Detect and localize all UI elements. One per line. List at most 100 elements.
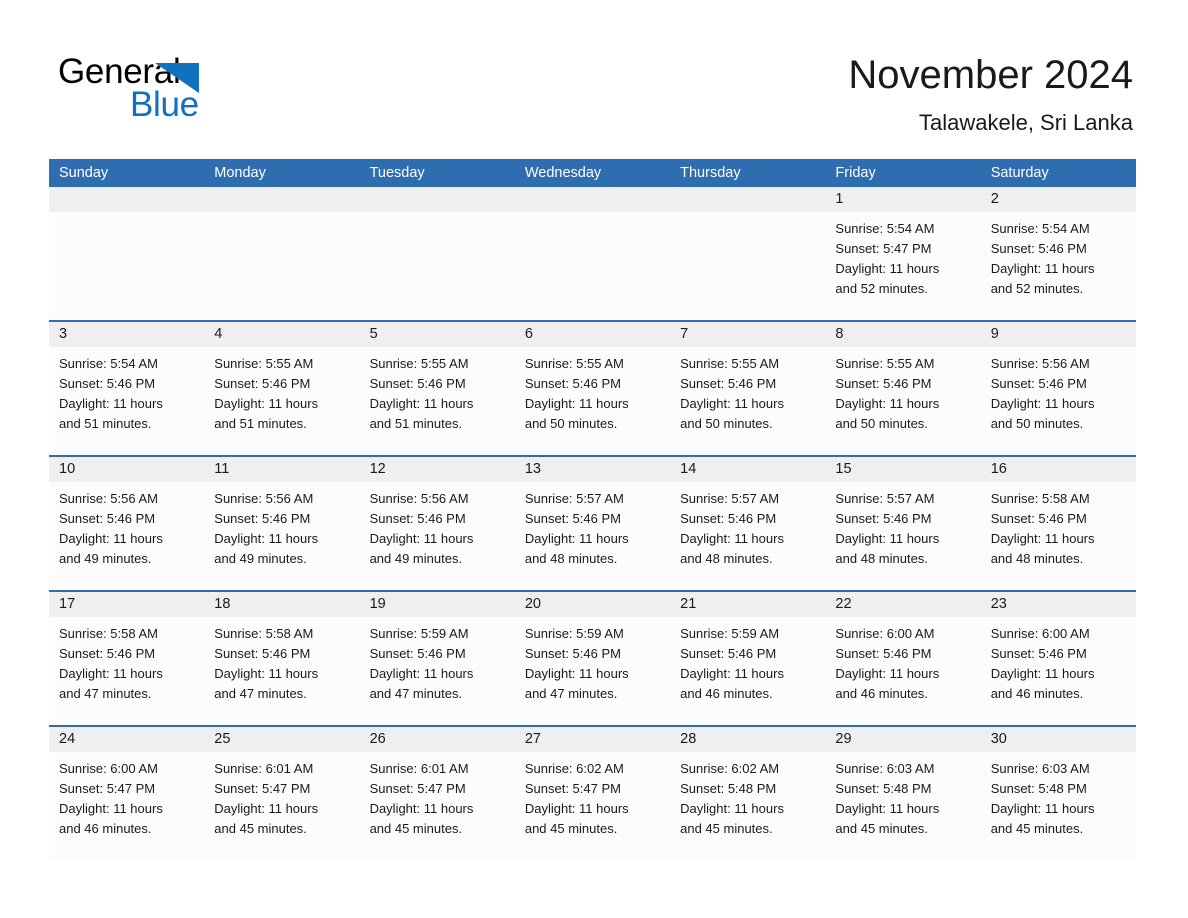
daylight-text-line1: Daylight: 11 hours [990,396,1095,411]
calendar-day-cell[interactable]: 23 Sunrise: 6:00 AM Sunset: 5:46 PM Dayligh… [980,592,1136,725]
sunrise-text: Sunrise: 5:57 AM [524,491,624,506]
weekday-header-thursday: Thursday [680,165,741,181]
day-number: 8 [835,326,844,342]
calendar-day-cell[interactable]: 17 Sunrise: 5:58 AM Sunset: 5:46 PM Dayligh… [49,592,205,725]
calendar-day-cell[interactable]: 14 Sunrise: 5:57 AM Sunset: 5:46 PM Dayligh… [670,457,826,590]
sunset-text: Sunset: 5:46 PM [524,511,621,526]
daylight-text-line1: Daylight: 11 hours [680,396,784,411]
day-number-band: 1 [825,187,981,212]
daylight-text-line2: and 46 minutes. [680,686,773,701]
daylight-text-line2: and 45 minutes. [524,821,618,836]
day-number: 7 [680,326,689,342]
sunset-text: Sunset: 5:46 PM [990,646,1087,661]
day-sun-info: Sunrise: 5:56 AM Sunset: 5:46 PM Daylight:… [204,482,359,569]
weekday-header-friday: Friday [835,165,876,181]
calendar-day-cell[interactable]: 18 Sunrise: 5:58 AM Sunset: 5:46 PM Dayligh… [204,592,360,725]
sunrise-text: Sunrise: 6:01 AM [214,761,314,776]
calendar-day-cell[interactable]: 20 Sunrise: 5:59 AM Sunset: 5:46 PM Dayligh… [514,592,671,725]
daylight-text-line1: Daylight: 11 hours [680,801,784,816]
calendar-day-cell[interactable]: 15 Sunrise: 5:57 AM Sunset: 5:46 PM Dayligh… [825,457,981,590]
daylight-text-line2: and 50 minutes. [990,416,1084,431]
sunset-text: Sunset: 5:46 PM [59,511,156,526]
calendar-day-cell[interactable]: 2 Sunrise: 5:54 AM Sunset: 5:46 PM Daylight… [980,187,1136,320]
daylight-text-line1: Daylight: 11 hours [59,801,163,816]
day-number-band: 4 [204,322,360,347]
daylight-text-line2: and 49 minutes. [214,551,307,566]
daylight-text-line2: and 51 minutes. [59,416,152,431]
day-sun-info: Sunrise: 6:03 AM Sunset: 5:48 PM Daylight:… [825,752,980,839]
day-number-band [514,187,671,212]
calendar-day-cell[interactable]: 25 Sunrise: 6:01 AM Sunset: 5:47 PM Dayligh… [204,727,360,860]
sunset-text: Sunset: 5:47 PM [369,781,466,796]
calendar-day-cell[interactable]: 12 Sunrise: 5:56 AM Sunset: 5:46 PM Dayligh… [359,457,515,590]
daylight-text-line1: Daylight: 11 hours [369,396,474,411]
sunset-text: Sunset: 5:46 PM [369,646,466,661]
daylight-text-line2: and 45 minutes. [369,821,463,836]
calendar-day-cell[interactable]: 10 Sunrise: 5:56 AM Sunset: 5:46 PM Dayligh… [49,457,205,590]
day-number: 28 [680,731,697,747]
day-number: 6 [524,326,533,342]
day-number-band: 5 [359,322,515,347]
calendar-day-cell[interactable]: 22 Sunrise: 6:00 AM Sunset: 5:46 PM Dayligh… [825,592,981,725]
calendar-day-cell[interactable]: 30 Sunrise: 6:03 AM Sunset: 5:48 PM Dayligh… [980,727,1136,860]
day-number: 4 [214,326,223,342]
day-sun-info: Sunrise: 5:56 AM Sunset: 5:46 PM Daylight:… [49,482,204,569]
sunrise-text: Sunrise: 5:55 AM [214,356,314,371]
daylight-text-line1: Daylight: 11 hours [369,801,474,816]
calendar-day-cell[interactable]: 26 Sunrise: 6:01 AM Sunset: 5:47 PM Dayligh… [359,727,515,860]
calendar-day-cell[interactable]: 16 Sunrise: 5:58 AM Sunset: 5:46 PM Dayligh… [980,457,1136,590]
sunset-text: Sunset: 5:46 PM [214,376,311,391]
sunset-text: Sunset: 5:46 PM [524,376,621,391]
sunset-text: Sunset: 5:46 PM [369,511,466,526]
sunrise-text: Sunrise: 5:58 AM [59,626,158,641]
sunset-text: Sunset: 5:46 PM [59,376,156,391]
daylight-text-line2: and 47 minutes. [214,686,307,701]
sunset-text: Sunset: 5:46 PM [214,511,311,526]
daylight-text-line2: and 50 minutes. [524,416,618,431]
calendar-day-cell[interactable]: 7 Sunrise: 5:55 AM Sunset: 5:46 PM Daylight… [670,322,826,455]
sunrise-text: Sunrise: 6:00 AM [835,626,935,641]
daylight-text-line2: and 50 minutes. [835,416,928,431]
daylight-text-line2: and 48 minutes. [680,551,773,566]
page-title: November 2024 [848,53,1133,97]
day-sun-info: Sunrise: 5:58 AM Sunset: 5:46 PM Daylight:… [981,482,1136,569]
sunset-text: Sunset: 5:47 PM [214,781,311,796]
title-block: November 2024 Talawakele, Sri Lanka [848,50,1133,138]
calendar-day-cell[interactable]: 3 Sunrise: 5:54 AM Sunset: 5:46 PM Daylight… [49,322,205,455]
calendar-day-cell[interactable]: 5 Sunrise: 5:55 AM Sunset: 5:46 PM Daylight… [359,322,515,455]
sunrise-text: Sunrise: 5:57 AM [835,491,935,506]
sunrise-text: Sunrise: 5:55 AM [369,356,469,371]
daylight-text-line2: and 49 minutes. [369,551,463,566]
calendar-day-cell[interactable]: 13 Sunrise: 5:57 AM Sunset: 5:46 PM Dayligh… [514,457,671,590]
calendar-day-cell[interactable]: 6 Sunrise: 5:55 AM Sunset: 5:46 PM Daylight… [514,322,671,455]
day-number-band [670,187,826,212]
sunset-text: Sunset: 5:46 PM [835,376,932,391]
calendar-day-cell[interactable]: 11 Sunrise: 5:56 AM Sunset: 5:46 PM Dayligh… [204,457,360,590]
calendar-page: General Blue November 2024 Talawakele, S… [0,0,1188,918]
calendar-day-cell[interactable]: 29 Sunrise: 6:03 AM Sunset: 5:48 PM Dayligh… [825,727,981,860]
day-number: 1 [835,191,844,207]
sunset-text: Sunset: 5:46 PM [59,646,156,661]
daylight-text-line2: and 46 minutes. [990,686,1084,701]
calendar-day-cell[interactable]: 9 Sunrise: 5:56 AM Sunset: 5:46 PM Daylight… [980,322,1136,455]
calendar-day-cell[interactable]: 28 Sunrise: 6:02 AM Sunset: 5:48 PM Dayligh… [670,727,826,860]
day-number-band [49,187,205,212]
calendar-week-row: 10 Sunrise: 5:56 AM Sunset: 5:46 PM Dayligh… [49,455,1136,590]
calendar-day-cell[interactable]: 19 Sunrise: 5:59 AM Sunset: 5:46 PM Dayligh… [359,592,515,725]
calendar-day-cell-empty [204,187,360,320]
day-number-band: 17 [49,592,205,617]
calendar-day-cell[interactable]: 27 Sunrise: 6:02 AM Sunset: 5:47 PM Dayligh… [514,727,671,860]
sunrise-text: Sunrise: 6:02 AM [680,761,780,776]
calendar-day-cell[interactable]: 21 Sunrise: 5:59 AM Sunset: 5:46 PM Dayligh… [670,592,826,725]
calendar-day-cell[interactable]: 8 Sunrise: 5:55 AM Sunset: 5:46 PM Daylight… [825,322,981,455]
sunrise-text: Sunrise: 6:03 AM [990,761,1090,776]
calendar-day-cell[interactable]: 1 Sunrise: 5:54 AM Sunset: 5:47 PM Daylight… [825,187,981,320]
sunrise-text: Sunrise: 5:54 AM [835,221,935,236]
day-sun-info: Sunrise: 6:03 AM Sunset: 5:48 PM Daylight:… [981,752,1136,839]
calendar-day-cell[interactable]: 4 Sunrise: 5:55 AM Sunset: 5:46 PM Daylight… [204,322,360,455]
day-number: 21 [680,596,697,612]
day-number: 23 [990,596,1007,612]
daylight-text-line2: and 51 minutes. [214,416,307,431]
day-sun-info: Sunrise: 5:55 AM Sunset: 5:46 PM Daylight:… [515,347,670,434]
calendar-day-cell[interactable]: 24 Sunrise: 6:00 AM Sunset: 5:47 PM Dayligh… [49,727,205,860]
